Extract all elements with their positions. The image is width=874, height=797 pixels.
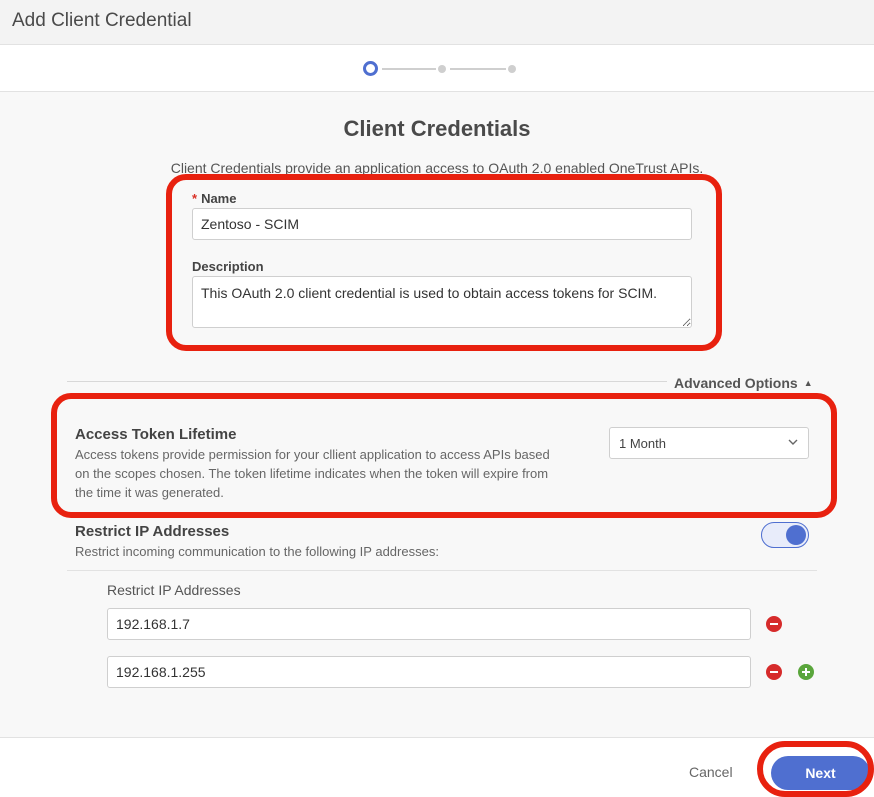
restrict-ip-divider: [67, 570, 817, 571]
step-3-indicator: [508, 65, 516, 73]
step-connector: [382, 68, 436, 70]
access-token-lifetime-title: Access Token Lifetime: [75, 426, 237, 443]
dialog-header: Add Client Credential: [0, 0, 874, 45]
name-input[interactable]: [192, 208, 692, 240]
description-textarea[interactable]: This OAuth 2.0 client credential is used…: [192, 276, 692, 328]
access-token-lifetime-description: Access tokens provide permission for you…: [75, 445, 550, 502]
advanced-options-label: Advanced Options: [674, 375, 798, 391]
page-description: Client Credentials provide an applicatio…: [170, 160, 704, 176]
restrict-ip-toggle[interactable]: [761, 522, 809, 548]
add-circle-icon[interactable]: [798, 664, 814, 680]
restrict-ip-description: Restrict incoming communication to the f…: [75, 544, 439, 559]
description-label: Description: [192, 259, 264, 274]
restrict-ip-title: Restrict IP Addresses: [75, 523, 230, 540]
dialog-footer: [0, 737, 874, 797]
remove-circle-icon[interactable]: [766, 616, 782, 632]
caret-up-icon: ▲: [803, 378, 813, 388]
required-mark: *: [192, 191, 198, 206]
advanced-options-divider: [67, 381, 667, 382]
stepper: [0, 45, 874, 92]
remove-circle-icon[interactable]: [766, 664, 782, 680]
ip-address-input[interactable]: [107, 608, 751, 640]
ip-list-label: Restrict IP Addresses: [107, 582, 241, 598]
token-lifetime-select[interactable]: 1 Month: [609, 427, 809, 459]
page-title: Client Credentials: [343, 116, 531, 141]
step-connector: [450, 68, 506, 70]
name-label-text: Name: [201, 191, 237, 206]
cancel-button[interactable]: Cancel: [689, 764, 733, 780]
description-line: on the scopes chosen. The token lifetime…: [75, 466, 549, 481]
advanced-options-toggle[interactable]: Advanced Options ▲: [674, 375, 813, 391]
chevron-down-icon: [788, 439, 798, 445]
name-label: * Name: [192, 191, 236, 206]
toggle-knob: [786, 525, 806, 545]
description-line: Access tokens provide permission for you…: [75, 447, 550, 462]
description-line: the time it was generated.: [75, 485, 224, 500]
ip-address-input[interactable]: [107, 656, 751, 688]
dialog-title: Add Client Credential: [12, 10, 192, 31]
step-2-indicator: [438, 65, 446, 73]
step-1-indicator: [363, 61, 378, 76]
next-button[interactable]: Next: [771, 756, 870, 790]
token-lifetime-value: 1 Month: [619, 436, 666, 451]
